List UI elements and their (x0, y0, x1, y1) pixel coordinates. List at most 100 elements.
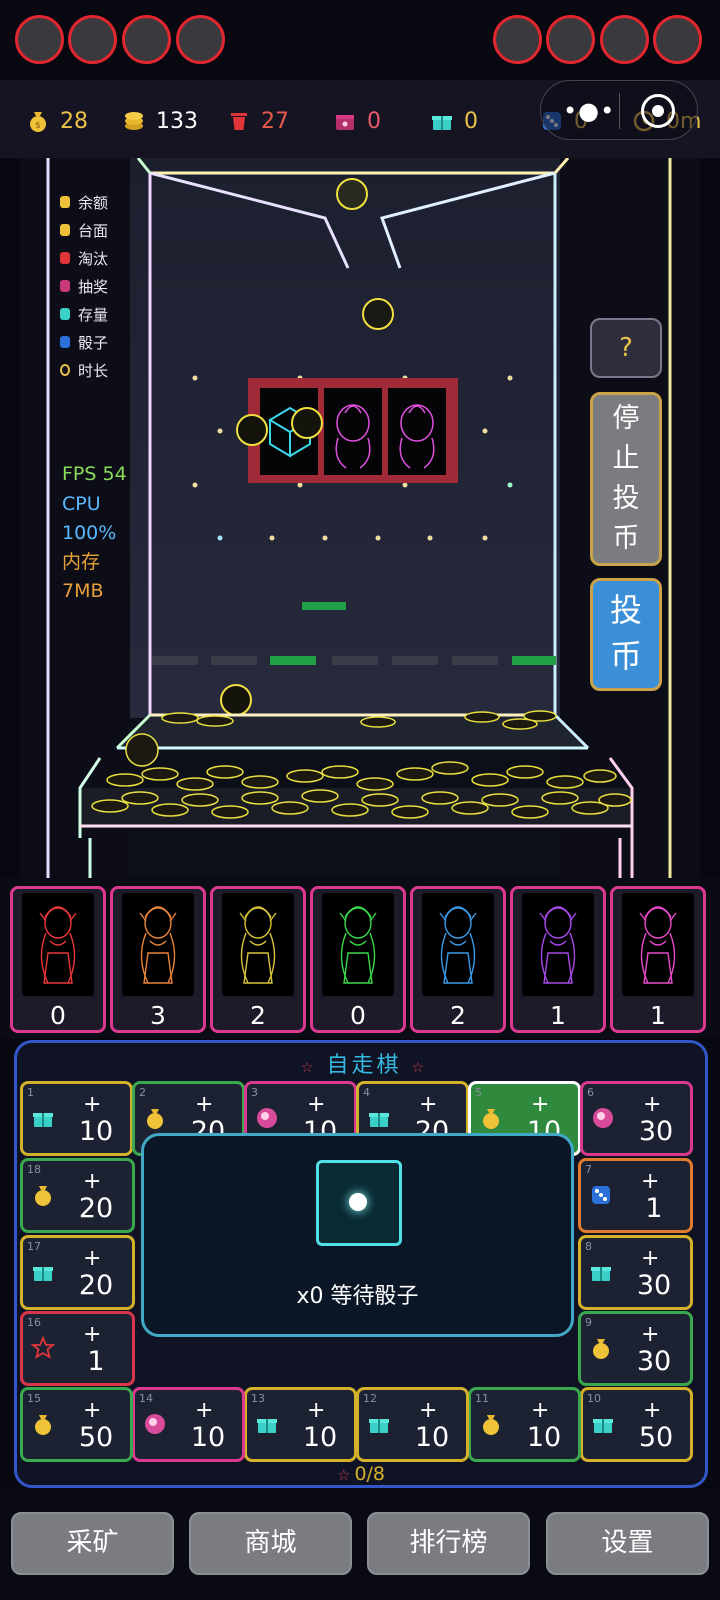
board-cell[interactable]: 13 +10 (244, 1387, 357, 1462)
app-root: $ 28 133 27 0 0 0 0m •●• (0, 0, 720, 1600)
insert-coin-label-char: 币 (609, 637, 642, 675)
character-portrait (522, 893, 594, 996)
slot-circle[interactable] (493, 15, 542, 64)
settings-button[interactable]: 设置 (546, 1512, 709, 1575)
character-portrait (422, 893, 494, 996)
board-cell[interactable]: 10 +50 (580, 1387, 693, 1462)
lottery-stat: 0 (333, 106, 381, 136)
money-bag-icon (35, 1186, 51, 1206)
card-count: 1 (550, 1001, 566, 1030)
dice-status: x0 等待骰子 (296, 1284, 419, 1309)
slot-circle[interactable] (122, 15, 171, 64)
cell-number: 14 (139, 1392, 153, 1405)
close-target-icon[interactable] (641, 94, 675, 128)
card-count: 2 (250, 1001, 266, 1030)
cell-amount: 10 (414, 1422, 450, 1453)
board-cell[interactable]: 7 +1 (578, 1158, 693, 1233)
more-menu-icon[interactable]: •●• (563, 99, 615, 123)
dice-area[interactable]: x0 等待骰子 (141, 1133, 574, 1337)
cell-number: 4 (363, 1086, 370, 1099)
lottery-icon (593, 1108, 613, 1128)
character-card[interactable]: 2 (410, 886, 506, 1033)
plus-sign: + (307, 1092, 326, 1117)
character-portrait (322, 893, 394, 996)
mine-button[interactable]: 采矿 (11, 1512, 174, 1575)
character-card[interactable]: 2 (210, 886, 306, 1033)
coin-stack-icon (60, 224, 70, 236)
gift-icon (33, 1113, 53, 1127)
board-cell[interactable]: 14 +10 (132, 1387, 245, 1462)
plus-sign: + (83, 1169, 102, 1194)
lottery-box-icon (336, 115, 354, 130)
card-count: 0 (50, 1001, 66, 1030)
board-cell[interactable]: 18 +20 (20, 1158, 135, 1233)
cell-number: 5 (475, 1086, 482, 1099)
character-card[interactable]: 3 (110, 886, 206, 1033)
board-cell[interactable]: 8 +30 (578, 1235, 693, 1310)
gift-icon (33, 1267, 53, 1281)
board-cell[interactable]: 1 +10 (20, 1081, 133, 1156)
legend-item: 抽奖 (60, 272, 108, 300)
money-bag-icon (60, 196, 70, 208)
board-cell[interactable]: 9 +30 (578, 1311, 693, 1386)
cell-number: 16 (27, 1316, 41, 1329)
board-cell[interactable]: 16 +1 (20, 1311, 135, 1386)
character-card[interactable]: 1 (610, 886, 706, 1033)
bottom-nav: 采矿 商城 排行榜 设置 (0, 1488, 720, 1600)
help-button[interactable]: ? (590, 318, 662, 378)
cell-number: 13 (251, 1392, 265, 1405)
board-cell[interactable]: 11 +10 (468, 1387, 581, 1462)
stop-coin-label-char: 投 (612, 483, 640, 514)
plus-sign: + (643, 1092, 662, 1117)
cell-number: 6 (587, 1086, 594, 1099)
slot-circle[interactable] (15, 15, 64, 64)
memory-label: 内存 (62, 551, 101, 573)
legend-item: 骰子 (60, 328, 108, 356)
character-portrait (222, 893, 294, 996)
capsule-divider (619, 93, 620, 129)
cell-amount: 20 (78, 1270, 114, 1301)
cell-number: 10 (587, 1392, 601, 1405)
cell-number: 15 (27, 1392, 41, 1405)
slot-circle[interactable] (176, 15, 225, 64)
insert-coin-button[interactable]: 投 币 (590, 578, 662, 691)
cell-amount: 10 (526, 1422, 562, 1453)
legend-item: 淘汰 (60, 244, 108, 272)
memory-value: 7MB (62, 580, 104, 602)
coin-stack-icon (125, 112, 143, 130)
star-icon: ☆ (300, 1060, 317, 1076)
plus-sign: + (83, 1322, 102, 1347)
board-cell[interactable]: 17 +20 (20, 1235, 135, 1310)
board-cell[interactable]: 15 +50 (20, 1387, 133, 1462)
slot-circle[interactable] (600, 15, 649, 64)
stop-coin-label-char: 币 (612, 523, 640, 554)
eliminated-stat: 27 (227, 106, 289, 136)
board-cell[interactable]: 6 +30 (580, 1081, 693, 1156)
stock-stat: 0 (430, 106, 478, 136)
character-card[interactable]: 0 (310, 886, 406, 1033)
stop-coin-button[interactable]: 停 止 投 币 (590, 392, 662, 566)
stop-coin-label-char: 停 (612, 403, 640, 434)
slot-circle[interactable] (546, 15, 595, 64)
dice-icon (60, 336, 70, 348)
dice-roller-icon[interactable] (316, 1160, 402, 1246)
cpu-value: 100% (62, 522, 117, 544)
plus-sign: + (195, 1092, 214, 1117)
slot-circle[interactable] (68, 15, 117, 64)
legend-item: 存量 (60, 300, 108, 328)
character-card[interactable]: 1 (510, 886, 606, 1033)
leaderboard-button[interactable]: 排行榜 (367, 1512, 530, 1575)
cell-amount: 50 (78, 1422, 114, 1453)
slot-circle[interactable] (653, 15, 702, 64)
money-bag-icon (483, 1415, 499, 1435)
plus-sign: + (419, 1092, 438, 1117)
cell-number: 1 (27, 1086, 34, 1099)
shop-button[interactable]: 商城 (189, 1512, 352, 1575)
gift-icon (60, 308, 70, 320)
plus-sign: + (83, 1092, 102, 1117)
star-icon: ☆ (336, 1466, 351, 1484)
plus-sign: + (307, 1398, 326, 1423)
character-card[interactable]: 0 (10, 886, 106, 1033)
board-cell[interactable]: 12 +10 (356, 1387, 469, 1462)
card-count: 3 (150, 1001, 166, 1030)
